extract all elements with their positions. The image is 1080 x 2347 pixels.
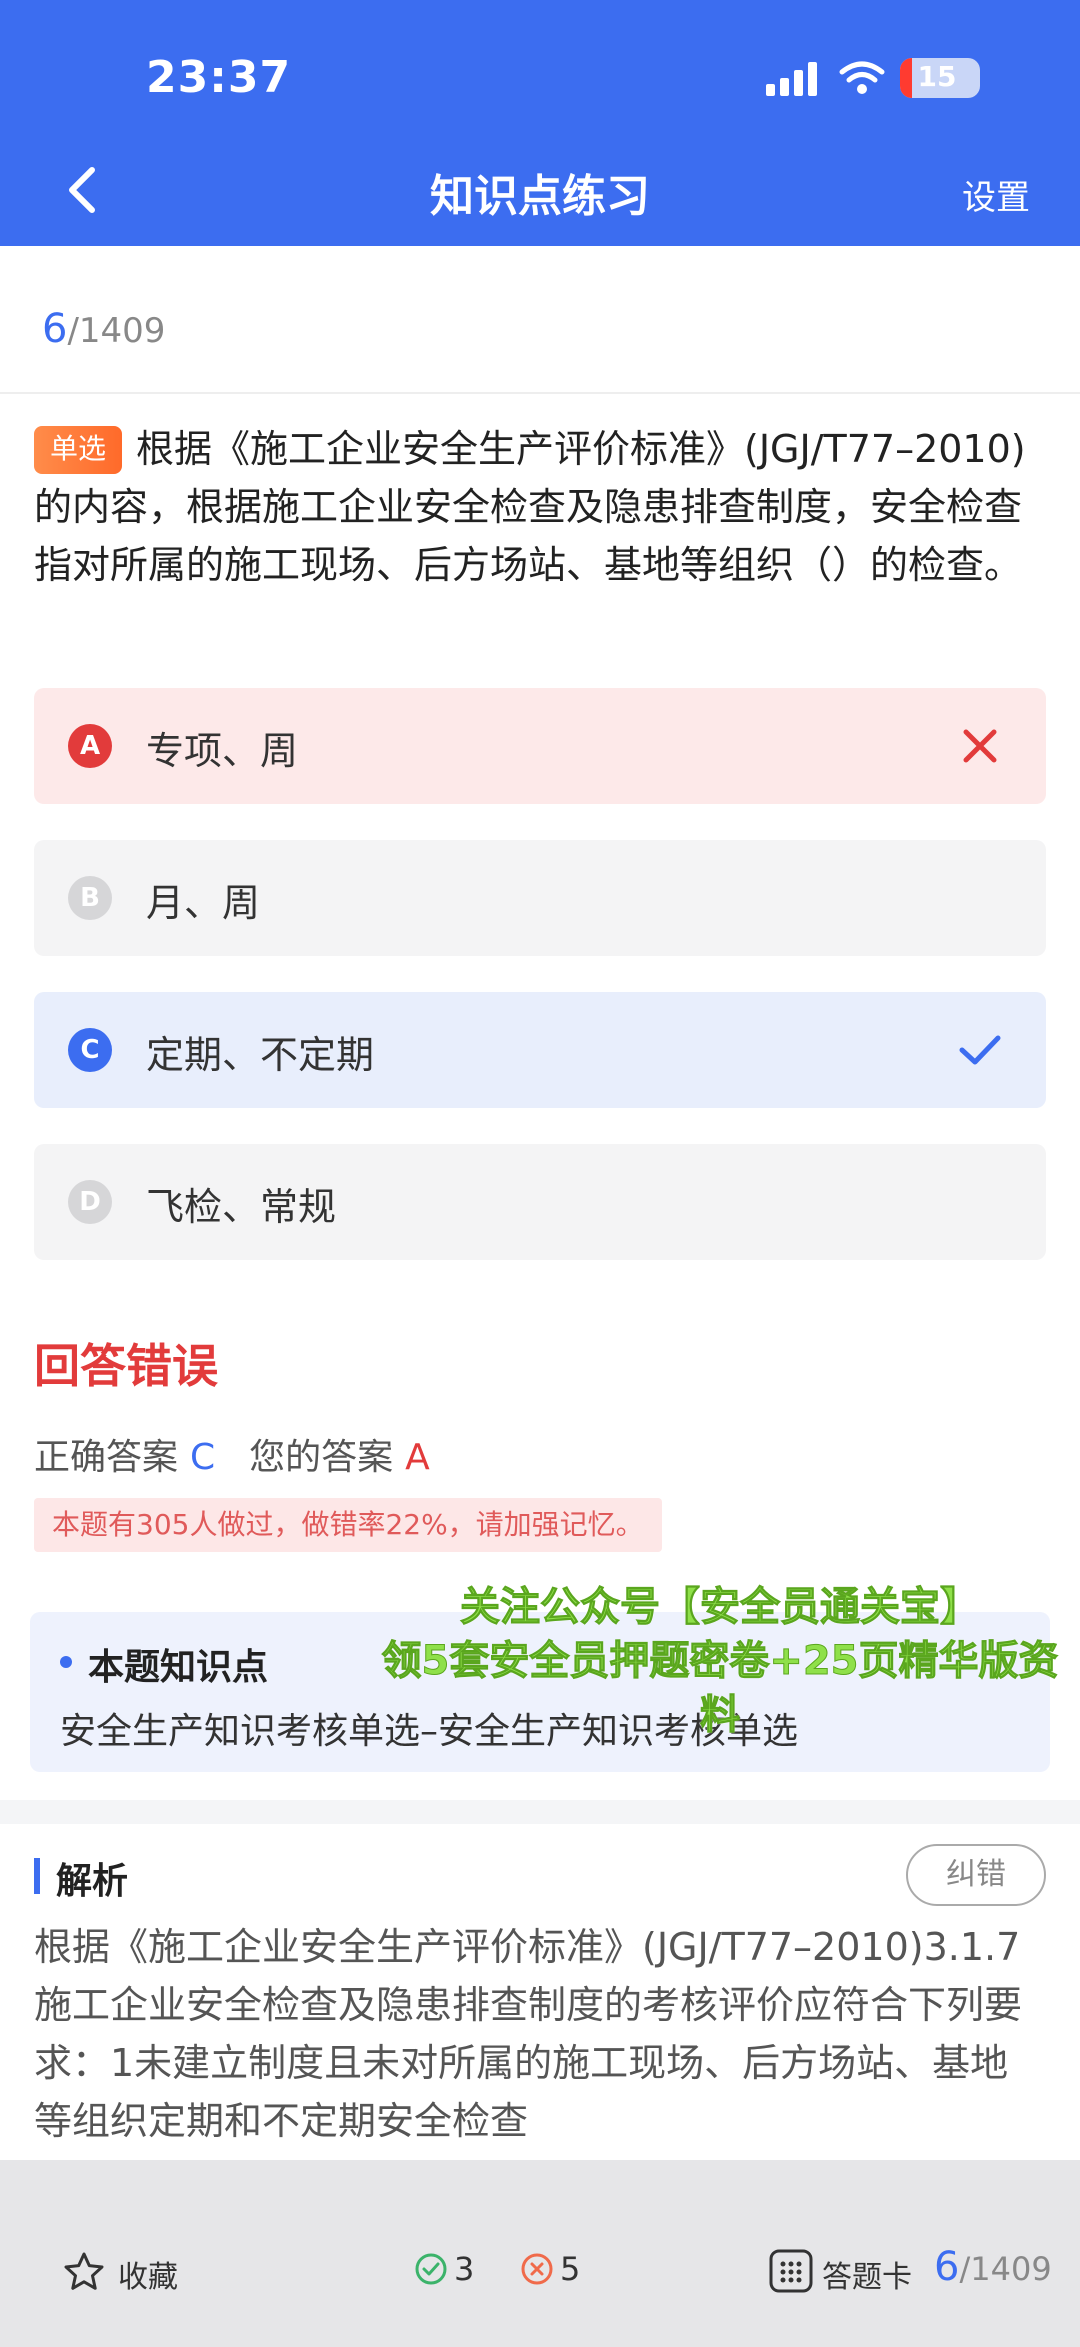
battery-indicator: 15 [900,58,980,98]
option-text: 月、周 [146,881,261,925]
analysis-text: 根据《施工企业安全生产评价标准》(JGJ/T77–2010)3.1.7施工企业安… [34,1925,1023,2143]
correct-answer-value: C [190,1437,216,1478]
question-text: 根据《施工企业安全生产评价标准》(JGJ/T77–2010)的内容，根据施工企业… [34,427,1026,587]
question-progress: 6/1409 [42,306,165,352]
option-text: 飞检、常规 [146,1185,337,1229]
option-c[interactable]: C 定期、不定期 [34,992,1046,1108]
app-header: 23:37 15 知识点练习 设置 [0,0,1080,246]
settings-button[interactable]: 设置 [962,170,1030,219]
answer-card-button[interactable]: 答题卡 [822,2252,912,2296]
result-title: 回答错误 [34,1339,218,1393]
analysis-title: 解析 [56,1861,129,1902]
bottom-progress: 6/1409 [934,2244,1052,2290]
star-icon[interactable] [62,2250,106,2294]
question-type-tag: 单选 [34,426,123,474]
question-stem: 单选 根据《施工企业安全生产评价标准》(JGJ/T77–2010)的内容，根据施工… [34,420,1046,594]
progress-current: 6 [42,306,68,352]
option-text: 专项、周 [146,729,299,773]
correct-check-icon [959,1035,1001,1065]
check-circle-icon [415,2253,447,2285]
error-rate-hint: 本题有305人做过，做错率22%，请加强记忆。 [34,1498,662,1552]
bottom-progress-current: 6 [934,2244,960,2290]
progress-total: /1409 [67,311,166,351]
option-a[interactable]: A 专项、周 [34,688,1046,804]
option-text: 定期、不定期 [146,1033,375,1077]
battery-percent: 15 [917,60,957,93]
analysis-accent-bar [34,1858,40,1894]
option-letter: D [68,1180,112,1224]
cross-circle-icon [521,2253,553,2285]
wrong-cross-icon [963,729,997,763]
favorite-button[interactable]: 收藏 [118,2252,178,2296]
page-title: 知识点练习 [430,171,650,222]
knowledge-title: 本题知识点 [88,1647,269,1688]
your-answer-label: 您的答案 [249,1437,394,1478]
option-b[interactable]: B 月、周 [34,840,1046,956]
bottom-toolbar: 收藏 3 5 答题卡 6/1409 [0,2160,1080,2347]
promo-line-1: 关注公众号【安全员通关宝】 [460,1584,981,1631]
your-answer-value: A [405,1437,430,1478]
bottom-progress-total: /1409 [959,2250,1052,2288]
divider [0,392,1080,394]
bullet-dot [60,1656,72,1668]
option-letter: A [68,724,112,768]
wifi-icon [839,61,885,94]
correct-answer-label: 正确答案 [34,1437,179,1478]
promo-overlay: 关注公众号【安全员通关宝】 领5套安全员押题密卷+25页精华版资料 [380,1580,1060,1742]
option-letter: C [68,1028,112,1072]
wrong-count: 5 [560,2250,581,2288]
section-gap [0,1800,1080,1824]
correct-count: 3 [454,2250,475,2288]
answer-summary: 正确答案 C 您的答案 A [34,1428,430,1480]
report-error-button[interactable]: 纠错 [906,1844,1046,1906]
answer-card-icon[interactable] [768,2248,814,2294]
promo-line-2: 领5套安全员押题密卷+25页精华版资料 [381,1638,1059,1739]
status-time: 23:37 [146,52,292,103]
option-d[interactable]: D 飞检、常规 [34,1144,1046,1260]
option-letter: B [68,876,112,920]
cellular-signal-icon [766,62,817,96]
